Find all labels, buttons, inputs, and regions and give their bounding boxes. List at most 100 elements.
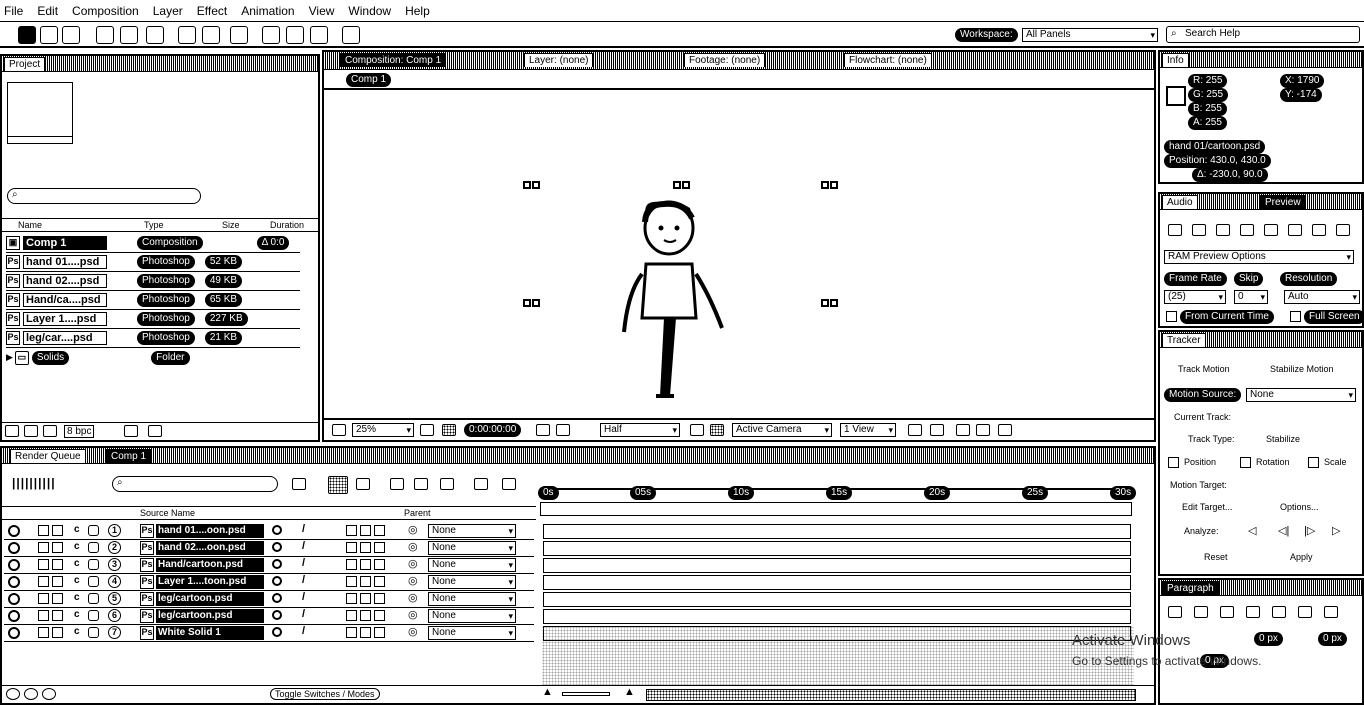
visibility-eye-icon[interactable]	[8, 610, 20, 622]
fast-preview-icon[interactable]	[930, 424, 944, 436]
pan-behind-tool-icon[interactable]	[146, 26, 164, 44]
previous-frame-icon[interactable]	[1192, 224, 1206, 236]
adjustment-toggle[interactable]	[374, 525, 385, 536]
project-item-folder[interactable]: ▶ ▭ Solids Folder	[6, 348, 300, 367]
motion-blur-toggle[interactable]	[360, 593, 371, 604]
toggle-transparency-icon[interactable]	[710, 424, 724, 436]
options-button[interactable]: Options...	[1280, 502, 1319, 512]
timeline-layer-row[interactable]: c 2 Ps hand 02....oon.psd / ◎ None	[4, 540, 534, 557]
col-type[interactable]: Type	[144, 220, 164, 230]
justify-left-icon[interactable]	[1246, 606, 1260, 618]
menu-view[interactable]: View	[309, 4, 335, 18]
graph-editor-icon[interactable]	[440, 478, 454, 490]
show-channel-icon[interactable]	[556, 424, 570, 436]
tab-render-queue[interactable]: Render Queue	[10, 449, 86, 463]
always-preview-icon[interactable]	[332, 424, 346, 436]
toggle-switches-modes-button[interactable]: Toggle Switches / Modes	[270, 688, 380, 700]
col-source-name[interactable]: Source Name	[140, 508, 195, 518]
pixel-aspect-icon[interactable]	[908, 424, 922, 436]
lock-toggle[interactable]	[88, 525, 99, 536]
effect-toggle[interactable]	[346, 593, 357, 604]
layer-name[interactable]: Layer 1....toon.psd	[156, 575, 264, 589]
layer-duration-bar[interactable]	[543, 558, 1131, 573]
effect-toggle[interactable]	[346, 525, 357, 536]
live-update-icon[interactable]	[502, 478, 516, 490]
rotation-checkbox[interactable]	[1240, 457, 1251, 468]
shy-icon[interactable]	[272, 576, 282, 586]
col-size[interactable]: Size	[222, 220, 240, 230]
adjustment-toggle[interactable]	[374, 610, 385, 621]
new-folder-icon[interactable]	[24, 425, 38, 437]
audio-toggle[interactable]	[38, 593, 49, 604]
eraser-tool-icon[interactable]	[310, 26, 328, 44]
last-frame-icon[interactable]	[1264, 224, 1278, 236]
layer-duration-bar[interactable]	[543, 575, 1131, 590]
loop-icon[interactable]	[1312, 224, 1326, 236]
workspace-dropdown[interactable]: All Panels	[1022, 28, 1158, 42]
label-color-icon[interactable]: c	[74, 541, 80, 552]
tab-info[interactable]: Info	[1162, 53, 1189, 67]
solo-toggle[interactable]	[52, 576, 63, 587]
project-item[interactable]: Ps hand 02....psd Photoshop 49 KB	[6, 272, 300, 291]
layer-name[interactable]: hand 02....oon.psd	[156, 541, 264, 555]
audio-toggle[interactable]	[38, 576, 49, 587]
align-left-icon[interactable]	[1168, 606, 1182, 618]
view-layout-dropdown[interactable]: 1 View	[840, 423, 896, 437]
adjustment-toggle[interactable]	[374, 627, 385, 638]
label-color-icon[interactable]: c	[74, 575, 80, 586]
tab-audio[interactable]: Audio	[1162, 195, 1198, 209]
menu-file[interactable]: File	[4, 4, 23, 18]
expand-layer-switches-icon[interactable]	[6, 688, 20, 700]
motion-blur-toggle[interactable]	[360, 627, 371, 638]
effect-toggle[interactable]	[346, 610, 357, 621]
lock-toggle[interactable]	[88, 610, 99, 621]
camera-tool-icon[interactable]	[120, 26, 138, 44]
comp-subtab[interactable]: Comp 1	[346, 73, 392, 87]
zoom-in-icon[interactable]: ▲	[624, 686, 635, 698]
visibility-eye-icon[interactable]	[8, 593, 20, 605]
parent-dropdown[interactable]: None	[428, 524, 516, 538]
tab-project[interactable]: Project	[4, 57, 46, 71]
shy-layers-icon[interactable]	[356, 478, 370, 490]
transparency-grid-icon[interactable]	[442, 424, 456, 436]
puppet-pin-tool-icon[interactable]	[342, 26, 360, 44]
col-parent[interactable]: Parent	[404, 508, 431, 518]
comp-flowchart-icon[interactable]	[976, 424, 990, 436]
col-name[interactable]: Name	[18, 220, 42, 230]
tab-tracker[interactable]: Tracker	[1162, 333, 1206, 347]
motion-blur-toggle[interactable]	[360, 576, 371, 587]
adjustment-toggle[interactable]	[374, 576, 385, 587]
indent-left-value[interactable]: 0 px	[1254, 632, 1283, 646]
tab-footage[interactable]: Footage: (none)	[684, 53, 766, 67]
pick-whip-icon[interactable]: ◎	[408, 625, 418, 638]
pick-whip-icon[interactable]: ◎	[408, 523, 418, 536]
effect-toggle[interactable]	[346, 559, 357, 570]
layer-name[interactable]: White Solid 1	[156, 626, 264, 640]
apply-button[interactable]: Apply	[1290, 552, 1313, 562]
justify-center-icon[interactable]	[1272, 606, 1286, 618]
adjustment-toggle[interactable]	[374, 542, 385, 553]
trash-icon[interactable]	[124, 425, 138, 437]
shy-icon[interactable]	[272, 627, 282, 637]
motion-blur-icon[interactable]	[414, 478, 428, 490]
shy-icon[interactable]	[272, 610, 282, 620]
effect-toggle[interactable]	[346, 576, 357, 587]
project-item[interactable]: Ps Layer 1....psd Photoshop 227 KB	[6, 310, 300, 329]
bpc-label[interactable]: 8 bpc	[64, 425, 95, 438]
expand-transfer-controls-icon[interactable]	[24, 688, 38, 700]
audio-toggle[interactable]	[38, 542, 49, 553]
menu-edit[interactable]: Edit	[37, 4, 58, 18]
layer-name[interactable]: Hand/cartoon.psd	[156, 558, 264, 572]
shy-icon[interactable]	[272, 559, 282, 569]
timeline-layer-row[interactable]: c 7 Ps White Solid 1 / ◎ None	[4, 625, 534, 642]
shy-icon[interactable]	[272, 525, 282, 535]
visibility-eye-icon[interactable]	[8, 525, 20, 537]
menu-help[interactable]: Help	[405, 4, 430, 18]
menu-effect[interactable]: Effect	[197, 4, 227, 18]
exposure-icon[interactable]	[998, 424, 1012, 436]
shy-icon[interactable]	[272, 542, 282, 552]
timeline-layer-row[interactable]: c 4 Ps Layer 1....toon.psd / ◎ None	[4, 574, 534, 591]
parent-dropdown[interactable]: None	[428, 626, 516, 640]
timecode-display[interactable]: ||||||||||	[12, 476, 56, 490]
interpret-footage-icon[interactable]	[5, 425, 19, 437]
